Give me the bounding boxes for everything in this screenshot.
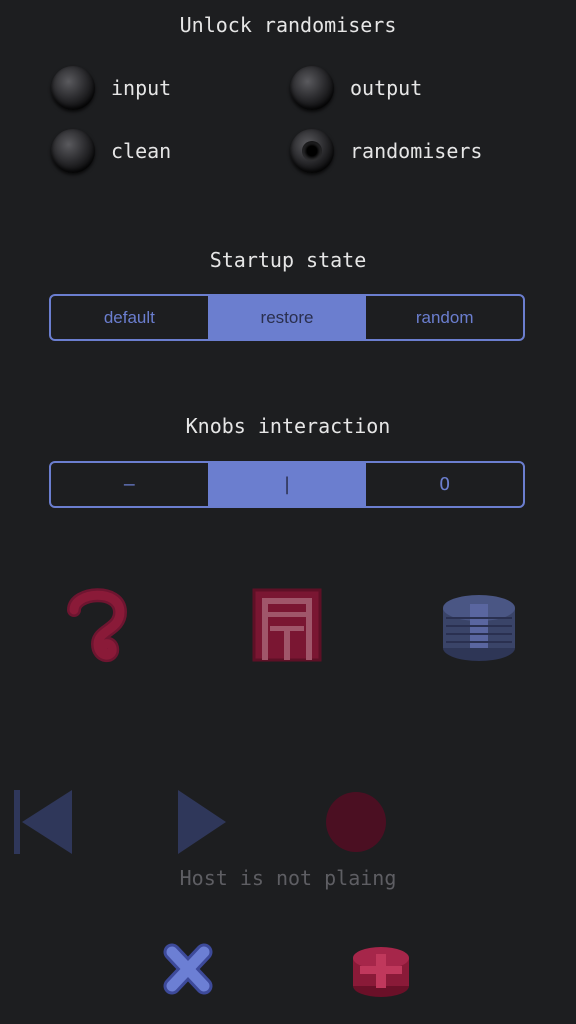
knobs-interaction-title: Knobs interaction: [185, 414, 391, 438]
toggle-clean-led[interactable]: [51, 129, 95, 173]
startup-state-selector: default restore random: [49, 294, 525, 341]
startup-state-title: Startup state: [209, 248, 367, 272]
toggle-output-led[interactable]: [290, 66, 334, 110]
host-status-text: Host is not plaing: [179, 866, 397, 890]
play-icon[interactable]: [176, 788, 228, 856]
startup-option-default[interactable]: default: [51, 296, 208, 339]
toggle-input[interactable]: input: [51, 66, 171, 110]
skip-back-icon[interactable]: [12, 788, 76, 856]
knobs-option-horizontal[interactable]: —: [51, 463, 208, 506]
preset-icon[interactable]: [250, 586, 326, 664]
toggle-randomisers-led[interactable]: [290, 129, 334, 173]
startup-option-restore[interactable]: restore: [207, 296, 366, 339]
knobs-option-circular[interactable]: O: [365, 463, 523, 506]
unlock-randomisers-title: Unlock randomisers: [179, 13, 397, 37]
toggle-clean-label: clean: [111, 139, 172, 163]
close-icon[interactable]: [160, 940, 216, 998]
startup-option-random[interactable]: random: [365, 296, 523, 339]
toggle-output[interactable]: output: [290, 66, 422, 110]
record-icon[interactable]: [325, 791, 387, 853]
toggle-output-label: output: [350, 76, 423, 100]
stack-icon[interactable]: [350, 942, 412, 1000]
layers-icon[interactable]: [440, 590, 518, 664]
knobs-option-vertical[interactable]: |: [207, 463, 366, 506]
toggle-clean[interactable]: clean: [51, 129, 171, 173]
toggle-input-led[interactable]: [51, 66, 95, 110]
knobs-interaction-selector: — | O: [49, 461, 525, 508]
toggle-randomisers[interactable]: randomisers: [290, 129, 482, 173]
toggle-randomisers-label: randomisers: [350, 139, 483, 163]
help-icon[interactable]: [62, 582, 132, 674]
toggle-input-label: input: [111, 76, 172, 100]
